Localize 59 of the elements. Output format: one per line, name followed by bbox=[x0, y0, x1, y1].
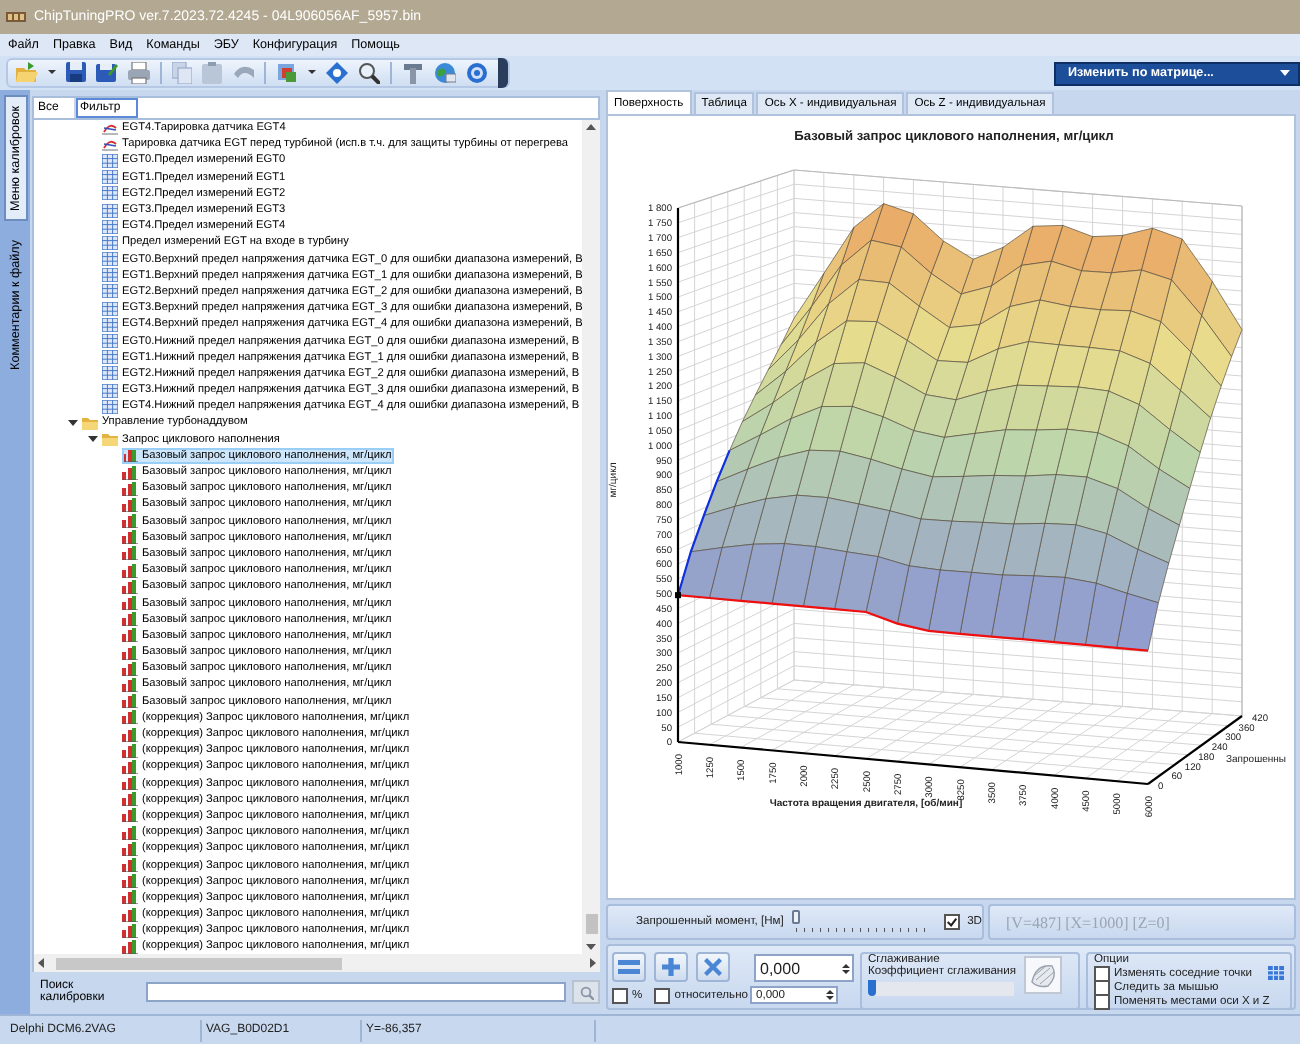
vertical-scrollbar[interactable] bbox=[582, 120, 600, 954]
floppy-pencil-icon bbox=[96, 62, 118, 84]
checkbox[interactable] bbox=[1094, 965, 1110, 981]
search-field[interactable] bbox=[145, 982, 566, 1002]
open-folder-icon bbox=[16, 62, 38, 84]
scroll-down-icon[interactable] bbox=[586, 944, 596, 950]
floppy-button[interactable] bbox=[66, 62, 86, 84]
value-readout: [V=487] [X=1000] [Z=0] bbox=[1006, 913, 1170, 931]
floppy-icon bbox=[66, 62, 86, 84]
multiply-button[interactable] bbox=[696, 952, 730, 982]
search-button[interactable] bbox=[358, 62, 380, 84]
checkbox[interactable] bbox=[612, 988, 628, 1004]
app-icon bbox=[6, 10, 26, 24]
cross-icon bbox=[704, 958, 722, 976]
printer-button[interactable] bbox=[128, 62, 150, 84]
globe-button[interactable] bbox=[434, 62, 456, 84]
equals-icon bbox=[618, 960, 640, 974]
floppy-pencil-button[interactable] bbox=[96, 62, 118, 84]
tools-button[interactable] bbox=[402, 62, 424, 84]
checkmark-icon bbox=[945, 916, 958, 928]
chip-button[interactable] bbox=[276, 62, 298, 84]
clipboard-button[interactable] bbox=[202, 62, 222, 84]
checkbox[interactable] bbox=[654, 988, 671, 1004]
slider[interactable] bbox=[868, 982, 1014, 996]
toolbar-overflow-button[interactable] bbox=[498, 58, 508, 88]
grid-icon bbox=[1267, 966, 1284, 980]
scrollbar-thumb[interactable] bbox=[585, 914, 597, 934]
slider-thumb[interactable] bbox=[791, 910, 800, 924]
globe-icon bbox=[434, 62, 456, 84]
help-icon bbox=[466, 62, 488, 84]
scroll-left-icon[interactable] bbox=[38, 958, 44, 968]
horizontal-scrollbar[interactable] bbox=[32, 954, 600, 972]
folder-icon bbox=[102, 432, 118, 447]
shell-icon bbox=[1029, 962, 1058, 988]
chip-icon bbox=[276, 62, 298, 84]
undo-icon bbox=[232, 62, 254, 84]
diamond-button[interactable] bbox=[326, 62, 348, 84]
search-icon bbox=[358, 62, 380, 84]
folder-icon bbox=[82, 415, 98, 430]
open-folder-button[interactable] bbox=[16, 62, 38, 84]
scrollbar-thumb[interactable] bbox=[56, 957, 342, 969]
plus-icon bbox=[662, 958, 680, 976]
equals-button[interactable] bbox=[612, 952, 646, 982]
scroll-right-icon[interactable] bbox=[590, 958, 596, 968]
printer-icon bbox=[128, 62, 150, 84]
caret-icon bbox=[1280, 69, 1290, 77]
tools-icon bbox=[402, 62, 424, 84]
diamond-icon bbox=[326, 62, 348, 84]
clipboard-icon bbox=[202, 62, 222, 84]
help-button[interactable] bbox=[466, 62, 488, 84]
expand-arrow-icon[interactable] bbox=[67, 417, 77, 428]
scroll-up-icon[interactable] bbox=[586, 124, 596, 130]
copy-icon bbox=[172, 62, 192, 84]
expand-arrow-icon[interactable] bbox=[87, 434, 97, 445]
slider-thumb[interactable] bbox=[868, 980, 876, 996]
number-field[interactable]: 0,000 bbox=[754, 954, 854, 982]
checkbox[interactable] bbox=[943, 914, 960, 930]
plus-button[interactable] bbox=[654, 952, 688, 982]
search-icon bbox=[579, 985, 593, 999]
